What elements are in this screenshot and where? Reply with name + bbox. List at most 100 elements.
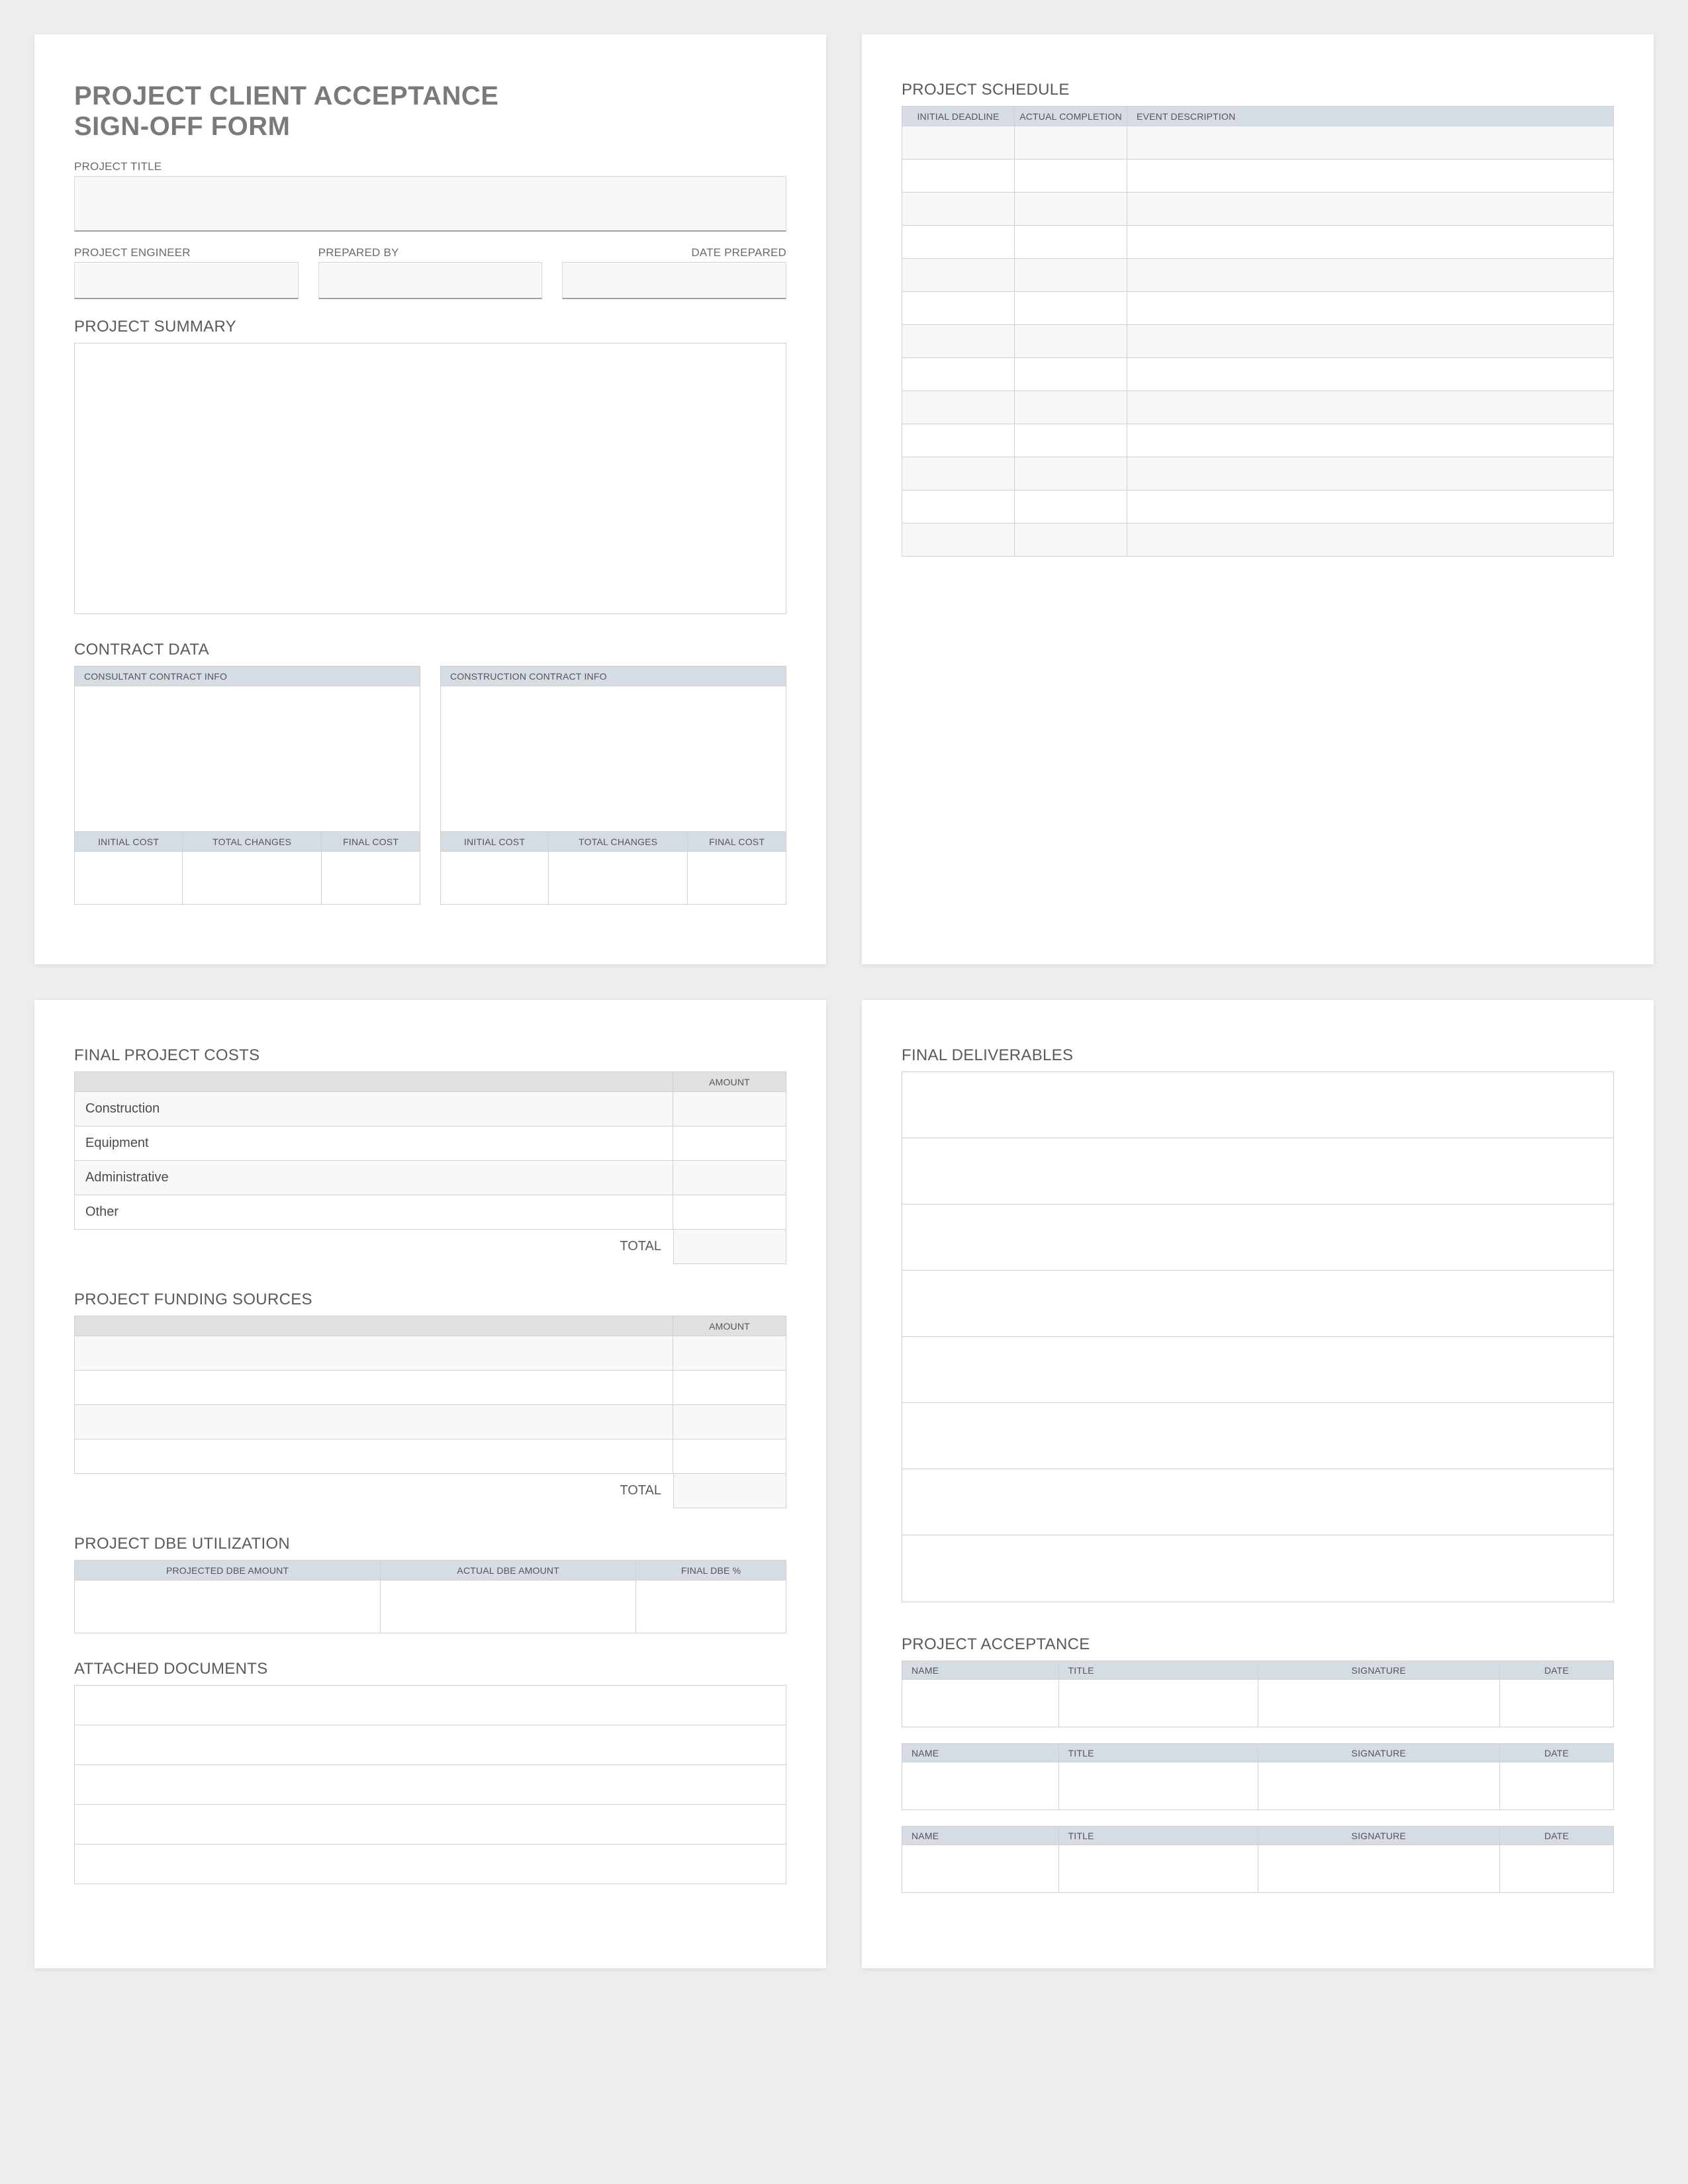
cell-initial-deadline[interactable] bbox=[902, 358, 1015, 391]
cell-event-description[interactable] bbox=[1127, 391, 1614, 424]
cell-event-description[interactable] bbox=[1127, 523, 1614, 557]
th-initial-cost-1: INITIAL COST bbox=[75, 832, 183, 852]
funding-row-amount[interactable] bbox=[673, 1371, 786, 1405]
cell-event-description[interactable] bbox=[1127, 126, 1614, 159]
cell-initial-deadline[interactable] bbox=[902, 457, 1015, 490]
input-total-funding[interactable] bbox=[673, 1474, 786, 1508]
cell-initial-deadline[interactable] bbox=[902, 226, 1015, 259]
input-consultant-contract[interactable] bbox=[75, 686, 420, 832]
input-actual-dbe[interactable] bbox=[381, 1580, 636, 1633]
attached-cell[interactable] bbox=[75, 1765, 786, 1805]
cell-initial-deadline[interactable] bbox=[902, 159, 1015, 193]
attached-cell[interactable] bbox=[75, 1844, 786, 1884]
input-project-title[interactable] bbox=[74, 176, 786, 232]
input-sig-name[interactable] bbox=[902, 1845, 1059, 1893]
cell-event-description[interactable] bbox=[1127, 259, 1614, 292]
cell-actual-completion[interactable] bbox=[1015, 523, 1127, 557]
cell-actual-completion[interactable] bbox=[1015, 259, 1127, 292]
input-sig-date[interactable] bbox=[1500, 1680, 1614, 1727]
input-sig-title[interactable] bbox=[1058, 1680, 1258, 1727]
cell-event-description[interactable] bbox=[1127, 193, 1614, 226]
deliverable-row[interactable] bbox=[902, 1072, 1613, 1138]
cell-initial-deadline[interactable] bbox=[902, 126, 1015, 159]
deliverable-row[interactable] bbox=[902, 1205, 1613, 1271]
input-constr-initial[interactable] bbox=[441, 852, 549, 905]
cell-actual-completion[interactable] bbox=[1015, 490, 1127, 523]
input-construction-contract[interactable] bbox=[441, 686, 786, 832]
input-sig-signature[interactable] bbox=[1258, 1762, 1500, 1810]
cost-row-amount[interactable] bbox=[673, 1126, 786, 1161]
cell-actual-completion[interactable] bbox=[1015, 159, 1127, 193]
input-sig-date[interactable] bbox=[1500, 1845, 1614, 1893]
funding-row-amount[interactable] bbox=[673, 1405, 786, 1439]
cell-event-description[interactable] bbox=[1127, 490, 1614, 523]
input-consult-final[interactable] bbox=[322, 852, 420, 905]
cell-actual-completion[interactable] bbox=[1015, 424, 1127, 457]
deliverable-row[interactable] bbox=[902, 1535, 1613, 1602]
attached-cell[interactable] bbox=[75, 1725, 786, 1765]
input-projected-dbe[interactable] bbox=[75, 1580, 381, 1633]
funding-row-amount[interactable] bbox=[673, 1336, 786, 1371]
input-project-summary[interactable] bbox=[74, 343, 786, 614]
input-prepared-by[interactable] bbox=[318, 262, 543, 299]
cell-actual-completion[interactable] bbox=[1015, 292, 1127, 325]
cell-event-description[interactable] bbox=[1127, 358, 1614, 391]
input-sig-name[interactable] bbox=[902, 1680, 1059, 1727]
input-sig-signature[interactable] bbox=[1258, 1845, 1500, 1893]
deliverable-row[interactable] bbox=[902, 1271, 1613, 1337]
cell-actual-completion[interactable] bbox=[1015, 193, 1127, 226]
cell-initial-deadline[interactable] bbox=[902, 292, 1015, 325]
input-sig-title[interactable] bbox=[1058, 1762, 1258, 1810]
cell-initial-deadline[interactable] bbox=[902, 391, 1015, 424]
input-consult-changes[interactable] bbox=[183, 852, 322, 905]
attached-cell[interactable] bbox=[75, 1686, 786, 1725]
signature-block: NAMETITLESIGNATUREDATE bbox=[902, 1743, 1614, 1810]
input-sig-name[interactable] bbox=[902, 1762, 1059, 1810]
input-project-engineer[interactable] bbox=[74, 262, 299, 299]
cell-actual-completion[interactable] bbox=[1015, 226, 1127, 259]
funding-row-label[interactable] bbox=[75, 1439, 673, 1474]
deliverable-row[interactable] bbox=[902, 1337, 1613, 1403]
cell-event-description[interactable] bbox=[1127, 325, 1614, 358]
funding-row-label[interactable] bbox=[75, 1371, 673, 1405]
cell-event-description[interactable] bbox=[1127, 226, 1614, 259]
cell-initial-deadline[interactable] bbox=[902, 193, 1015, 226]
funding-row-label[interactable] bbox=[75, 1405, 673, 1439]
cell-initial-deadline[interactable] bbox=[902, 325, 1015, 358]
cell-initial-deadline[interactable] bbox=[902, 490, 1015, 523]
cost-row-amount[interactable] bbox=[673, 1092, 786, 1126]
cell-event-description[interactable] bbox=[1127, 424, 1614, 457]
deliverable-row[interactable] bbox=[902, 1469, 1613, 1535]
cost-row-amount[interactable] bbox=[673, 1195, 786, 1230]
cell-actual-completion[interactable] bbox=[1015, 358, 1127, 391]
cell-initial-deadline[interactable] bbox=[902, 424, 1015, 457]
cell-initial-deadline[interactable] bbox=[902, 523, 1015, 557]
input-sig-date[interactable] bbox=[1500, 1762, 1614, 1810]
cell-actual-completion[interactable] bbox=[1015, 325, 1127, 358]
input-total-costs[interactable] bbox=[673, 1230, 786, 1264]
cell-event-description[interactable] bbox=[1127, 292, 1614, 325]
input-constr-changes[interactable] bbox=[549, 852, 688, 905]
cell-initial-deadline[interactable] bbox=[902, 259, 1015, 292]
cell-actual-completion[interactable] bbox=[1015, 457, 1127, 490]
input-final-dbe-pct[interactable] bbox=[636, 1580, 786, 1633]
form-title: PROJECT CLIENT ACCEPTANCE SIGN-OFF FORM bbox=[74, 81, 786, 142]
input-sig-title[interactable] bbox=[1058, 1845, 1258, 1893]
deliverable-row[interactable] bbox=[902, 1138, 1613, 1205]
cost-row-amount[interactable] bbox=[673, 1161, 786, 1195]
cell-event-description[interactable] bbox=[1127, 159, 1614, 193]
input-sig-signature[interactable] bbox=[1258, 1680, 1500, 1727]
input-consult-initial[interactable] bbox=[75, 852, 183, 905]
deliverable-row[interactable] bbox=[902, 1403, 1613, 1469]
funding-row-label[interactable] bbox=[75, 1336, 673, 1371]
input-constr-final[interactable] bbox=[688, 852, 786, 905]
panel-header: PROJECT CLIENT ACCEPTANCE SIGN-OFF FORM … bbox=[34, 34, 826, 964]
schedule-row bbox=[902, 325, 1614, 358]
funding-row-amount[interactable] bbox=[673, 1439, 786, 1474]
cell-event-description[interactable] bbox=[1127, 457, 1614, 490]
acceptance-container: NAMETITLESIGNATUREDATENAMETITLESIGNATURE… bbox=[902, 1661, 1614, 1893]
input-date-prepared[interactable] bbox=[562, 262, 786, 299]
cell-actual-completion[interactable] bbox=[1015, 391, 1127, 424]
cell-actual-completion[interactable] bbox=[1015, 126, 1127, 159]
attached-cell[interactable] bbox=[75, 1805, 786, 1844]
